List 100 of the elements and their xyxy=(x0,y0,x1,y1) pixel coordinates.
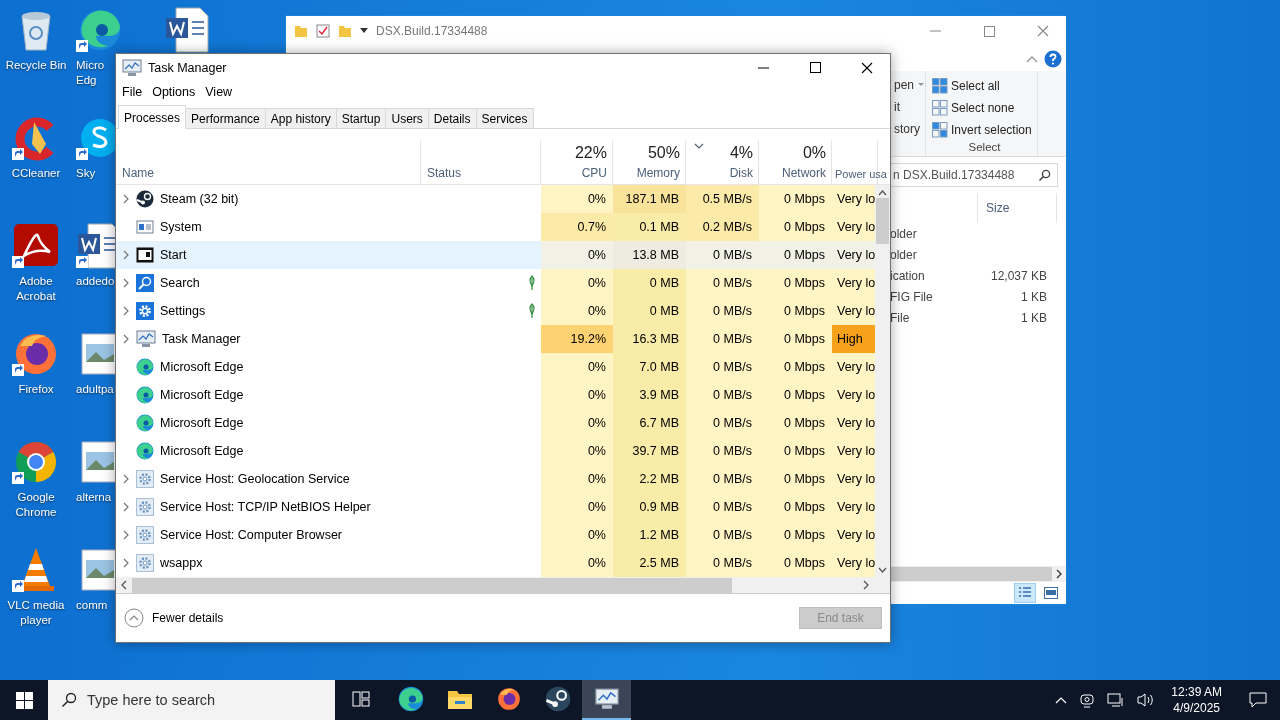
clock-time: 12:39 AM xyxy=(1171,684,1222,700)
details-view-button[interactable] xyxy=(1014,583,1036,603)
search-field[interactable]: n DSX.Build.17334488 xyxy=(890,163,1058,187)
tab[interactable]: Users xyxy=(385,108,429,128)
fewer-details-button[interactable]: Fewer details xyxy=(124,608,224,628)
chevron-up-icon[interactable] xyxy=(878,190,887,196)
icon-label[interactable]: Firefox xyxy=(18,382,54,397)
chevron-up-icon xyxy=(1055,696,1068,704)
ribbon-button[interactable]: Invert selection xyxy=(932,119,1037,141)
column-header[interactable]: CPU xyxy=(581,166,607,180)
folder-icon xyxy=(446,688,473,710)
ribbon-button[interactable]: Select all xyxy=(932,75,1037,97)
tab[interactable]: Processes xyxy=(118,105,187,129)
column-total: 0% xyxy=(802,144,826,162)
table-cell: 0% xyxy=(541,521,613,549)
column-total: 50% xyxy=(647,144,680,162)
table-cell: Very lo xyxy=(832,409,875,437)
process-name: Settings xyxy=(160,304,206,318)
process-row[interactable]: System 0.7% 0.1 MB 0.2 MB/s 0 Mbps Very lo xyxy=(116,213,875,241)
chevron-up-icon[interactable] xyxy=(1026,54,1038,63)
clock[interactable]: 12:39 AM 4/9/2025 xyxy=(1165,684,1228,716)
tab[interactable]: App history xyxy=(264,108,337,128)
table-cell: 0 Mbps xyxy=(759,353,832,381)
icon-label[interactable]: VLC media player xyxy=(7,598,65,628)
table-cell: Very lo xyxy=(832,269,875,297)
file-size: 1 KB xyxy=(1020,310,1048,325)
table-cell: Very lo xyxy=(832,437,875,465)
help-icon[interactable] xyxy=(1044,49,1062,68)
file-type: older xyxy=(890,247,918,262)
process-row[interactable]: Settings 0% 0 MB 0 MB/s 0 Mbps Very lo xyxy=(116,297,875,325)
tab[interactable]: Services xyxy=(475,108,534,128)
taskbar-search-field[interactable]: Type here to search xyxy=(48,680,335,720)
process-row[interactable]: Steam (32 bit) 0% 187.1 MB 0.5 MB/s 0 Mbps Very lo xyxy=(116,185,875,213)
menu-item[interactable]: File xyxy=(118,85,147,99)
ribbon-item[interactable]: it xyxy=(894,98,925,116)
column-header[interactable]: Status xyxy=(421,140,541,184)
process-row[interactable]: Task Manager 19.2% 16.3 MB 0 MB/s 0 Mbps High xyxy=(116,325,875,353)
ribbon-item[interactable]: story xyxy=(894,120,925,138)
grid-icon xyxy=(932,122,948,138)
column-header[interactable]: Network xyxy=(782,166,826,180)
process-row[interactable]: Microsoft Edge 0% 6.7 MB 0 MB/s 0 Mbps Very lo xyxy=(116,409,875,437)
column-header[interactable]: Disk xyxy=(729,166,753,180)
process-row[interactable]: Microsoft Edge 0% 39.7 MB 0 MB/s 0 Mbps Very lo xyxy=(116,437,875,465)
column-header[interactable]: Memory xyxy=(636,166,680,180)
scrollbar-thumb[interactable] xyxy=(132,577,732,593)
column-header[interactable]: Power usa xyxy=(835,168,887,180)
table-cell: 0 MB/s xyxy=(686,353,759,381)
scrollbar-thumb[interactable] xyxy=(890,567,1052,581)
process-name: Microsoft Edge xyxy=(160,388,244,402)
tab[interactable]: Details xyxy=(427,108,477,128)
table-cell: 0% xyxy=(541,269,613,297)
icon-label[interactable]: Sky xyxy=(76,166,96,181)
volume-icon xyxy=(1137,692,1156,708)
table-cell: 0 Mbps xyxy=(759,213,832,241)
icon-label[interactable]: comm xyxy=(76,598,108,613)
table-cell: 13.8 MB xyxy=(613,241,686,269)
process-row[interactable]: Microsoft Edge 0% 7.0 MB 0 MB/s 0 Mbps Very lo xyxy=(116,353,875,381)
windows-logo-icon xyxy=(15,691,33,709)
chevron-down-icon[interactable] xyxy=(878,567,887,573)
icon-label[interactable]: Google Chrome xyxy=(15,490,57,520)
icon-label[interactable]: alterna xyxy=(76,490,112,505)
ribbon-button[interactable]: Select none xyxy=(932,97,1037,119)
scrollbar-thumb[interactable] xyxy=(876,198,889,244)
menu-item[interactable]: View xyxy=(201,85,237,99)
edge-icon xyxy=(397,686,424,712)
checklist-icon[interactable] xyxy=(316,24,330,38)
table-cell: 0.9 MB xyxy=(613,493,686,521)
process-row[interactable]: Service Host: Geolocation Service 0% 2.2 MB 0 MB/s 0 Mbps Very lo xyxy=(116,465,875,493)
window-title: Task Manager xyxy=(148,60,227,75)
process-row[interactable]: Start 0% 13.8 MB 0 MB/s 0 Mbps Very lo xyxy=(116,241,875,269)
table-cell: 2.2 MB xyxy=(613,465,686,493)
process-row[interactable]: Service Host: TCP/IP NetBIOS Helper 0% 0.9 MB 0 MB/s 0 Mbps Very lo xyxy=(116,493,875,521)
table-cell: 19.2% xyxy=(541,325,613,353)
table-cell: Very lo xyxy=(832,493,875,521)
icon-label[interactable]: CCleaner xyxy=(11,166,61,181)
table-cell: Very lo xyxy=(832,465,875,493)
icon-label[interactable]: addedo xyxy=(76,274,115,289)
caret-icon[interactable] xyxy=(360,28,368,34)
table-cell: 0% xyxy=(541,437,613,465)
tab[interactable]: Performance xyxy=(185,108,266,128)
column-header[interactable]: Name xyxy=(116,140,421,184)
tab[interactable]: Startup xyxy=(335,108,387,128)
process-row[interactable]: Search 0% 0 MB 0 MB/s 0 Mbps Very lo xyxy=(116,269,875,297)
gear-icon xyxy=(136,470,154,488)
table-cell: 0 MB/s xyxy=(686,521,759,549)
taskbar-app-button[interactable] xyxy=(582,680,631,720)
icon-label[interactable]: Adobe Acrobat xyxy=(16,274,56,304)
table-cell: 0% xyxy=(541,549,613,577)
icon-label[interactable]: Micro Edg xyxy=(76,58,105,88)
icon-label[interactable]: adultpa xyxy=(76,382,114,397)
ribbon-item[interactable]: pen xyxy=(894,76,925,94)
column-header[interactable]: Size xyxy=(977,193,1057,223)
icon-label[interactable]: Recycle Bin xyxy=(5,58,67,73)
process-row[interactable]: Service Host: Computer Browser 0% 1.2 MB 0 MB/s 0 Mbps Very lo xyxy=(116,521,875,549)
menu-item[interactable]: Options xyxy=(148,85,200,99)
process-row[interactable]: wsappx 0% 2.5 MB 0 MB/s 0 Mbps Very lo xyxy=(116,549,875,577)
table-cell: 0 MB/s xyxy=(686,381,759,409)
table-cell: 0 MB/s xyxy=(686,409,759,437)
process-row[interactable]: Microsoft Edge 0% 3.9 MB 0 MB/s 0 Mbps Very lo xyxy=(116,381,875,409)
table-cell: 187.1 MB xyxy=(613,185,686,213)
